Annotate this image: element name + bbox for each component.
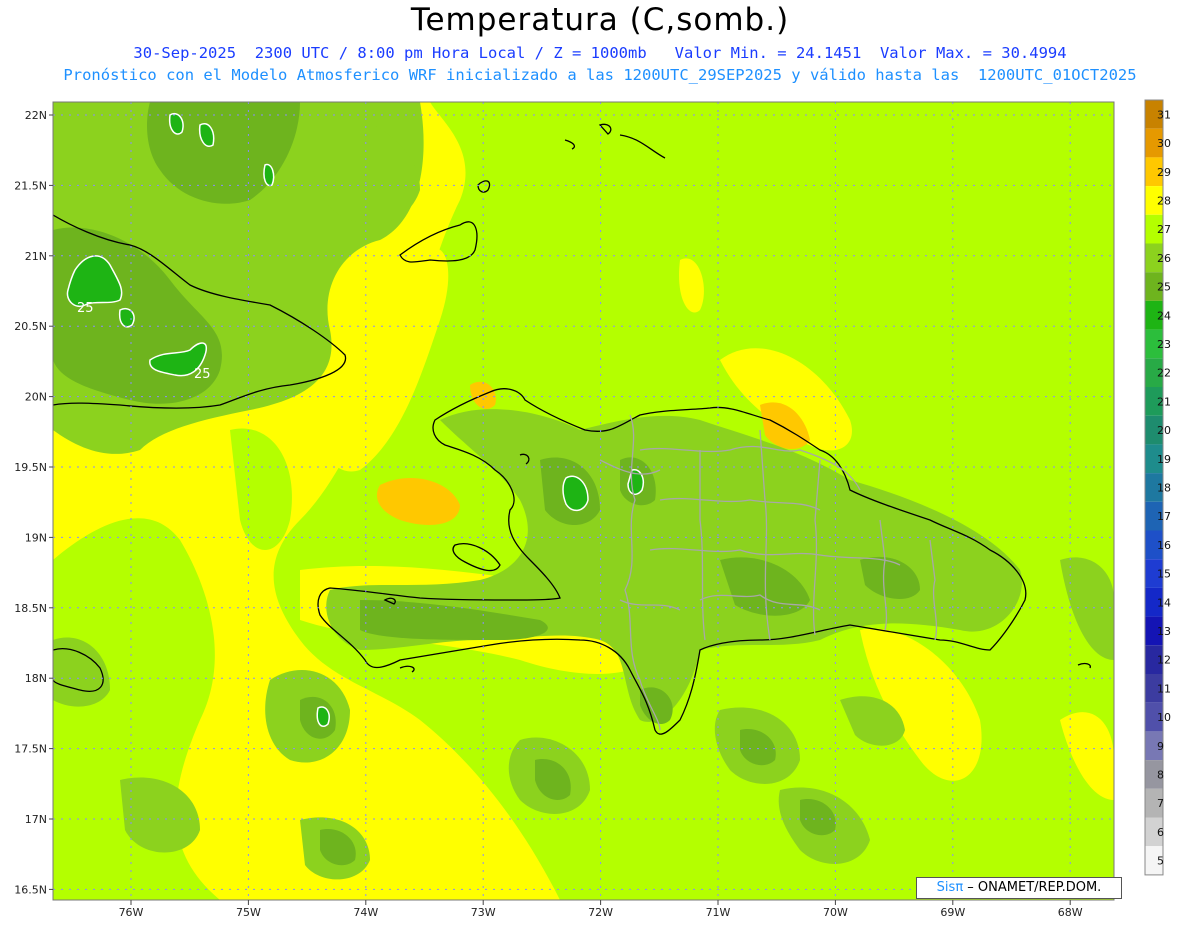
lon-label: 68W [1058,906,1083,919]
temperature-field [53,102,1114,900]
colorbar-label: 23 [1157,338,1171,351]
lon-label: 71W [706,906,731,919]
colorbar-label: 7 [1157,797,1164,810]
colorbar-label: 21 [1157,395,1171,408]
credit-box: Sisπ – ONAMET/REP.DOM. [916,877,1122,899]
colorbar-label: 31 [1157,108,1171,121]
colorbar-label: 25 [1157,281,1171,294]
longitude-labels: 76W 75W 74W 73W 72W 71W 70W 69W 68W [119,900,1083,919]
lat-label: 18N [25,672,47,685]
lat-label: 16.5N [14,883,47,896]
colorbar-label: 22 [1157,367,1171,380]
colorbar-label: 17 [1157,510,1171,523]
lon-label: 70W [823,906,848,919]
colorbar-label: 26 [1157,252,1171,265]
lat-label: 17.5N [14,743,47,756]
lat-label: 22N [25,109,47,122]
colorbar-label: 12 [1157,654,1171,667]
lat-label: 18.5N [14,602,47,615]
colorbar-label: 30 [1157,137,1171,150]
colorbar-label: 11 [1157,682,1171,695]
colorbar-label: 27 [1157,223,1171,236]
lon-label: 76W [119,906,144,919]
colorbar-label: 29 [1157,166,1171,179]
lat-label: 19.5N [14,461,47,474]
credit-pi: π [955,880,964,895]
contour-label-25-b: 25 [194,367,211,382]
lon-label: 69W [940,906,965,919]
colorbar: 31 30 29 28 27 26 25 24 23 22 21 20 19 18 17 16 15 14 13 12… [1144,99,1171,876]
colorbar-label: 28 [1157,194,1171,207]
latitude-labels: 22N 21.5N 21N 20.5N 20N 19.5N 19N 18.5N 18N 17.5N… [14,109,53,896]
lat-label: 21.5N [14,179,47,192]
lat-label: 20.5N [14,320,47,333]
lon-label: 73W [471,906,496,919]
colorbar-label: 15 [1157,568,1171,581]
colorbar-label: 10 [1157,711,1171,724]
lat-label: 21N [25,250,47,263]
colorbar-label: 20 [1157,424,1171,437]
temperature-map: 25 25 22N 21.5N 21N 20.5N 20N 19.5N 19N 18.5N 18… [14,99,1171,919]
colorbar-label: 5 [1157,855,1164,868]
colorbar-label: 14 [1157,596,1171,609]
colorbar-label: 24 [1157,309,1171,322]
contour-label-25-a: 25 [77,301,94,316]
colorbar-label: 13 [1157,625,1171,638]
colorbar-label: 8 [1157,768,1164,781]
lon-label: 72W [588,906,613,919]
lat-label: 17N [25,813,47,826]
colorbar-label: 6 [1157,826,1164,839]
credit-text: – ONAMET/REP.DOM. [967,880,1102,895]
colorbar-label: 9 [1157,740,1164,753]
lat-label: 19N [25,531,47,544]
lon-label: 74W [353,906,378,919]
colorbar-label: 16 [1157,539,1171,552]
lat-label: 20N [25,391,47,404]
colorbar-label: 19 [1157,453,1171,466]
credit-sis: Sis [936,880,956,895]
colorbar-label: 18 [1157,481,1171,494]
lon-label: 75W [236,906,261,919]
